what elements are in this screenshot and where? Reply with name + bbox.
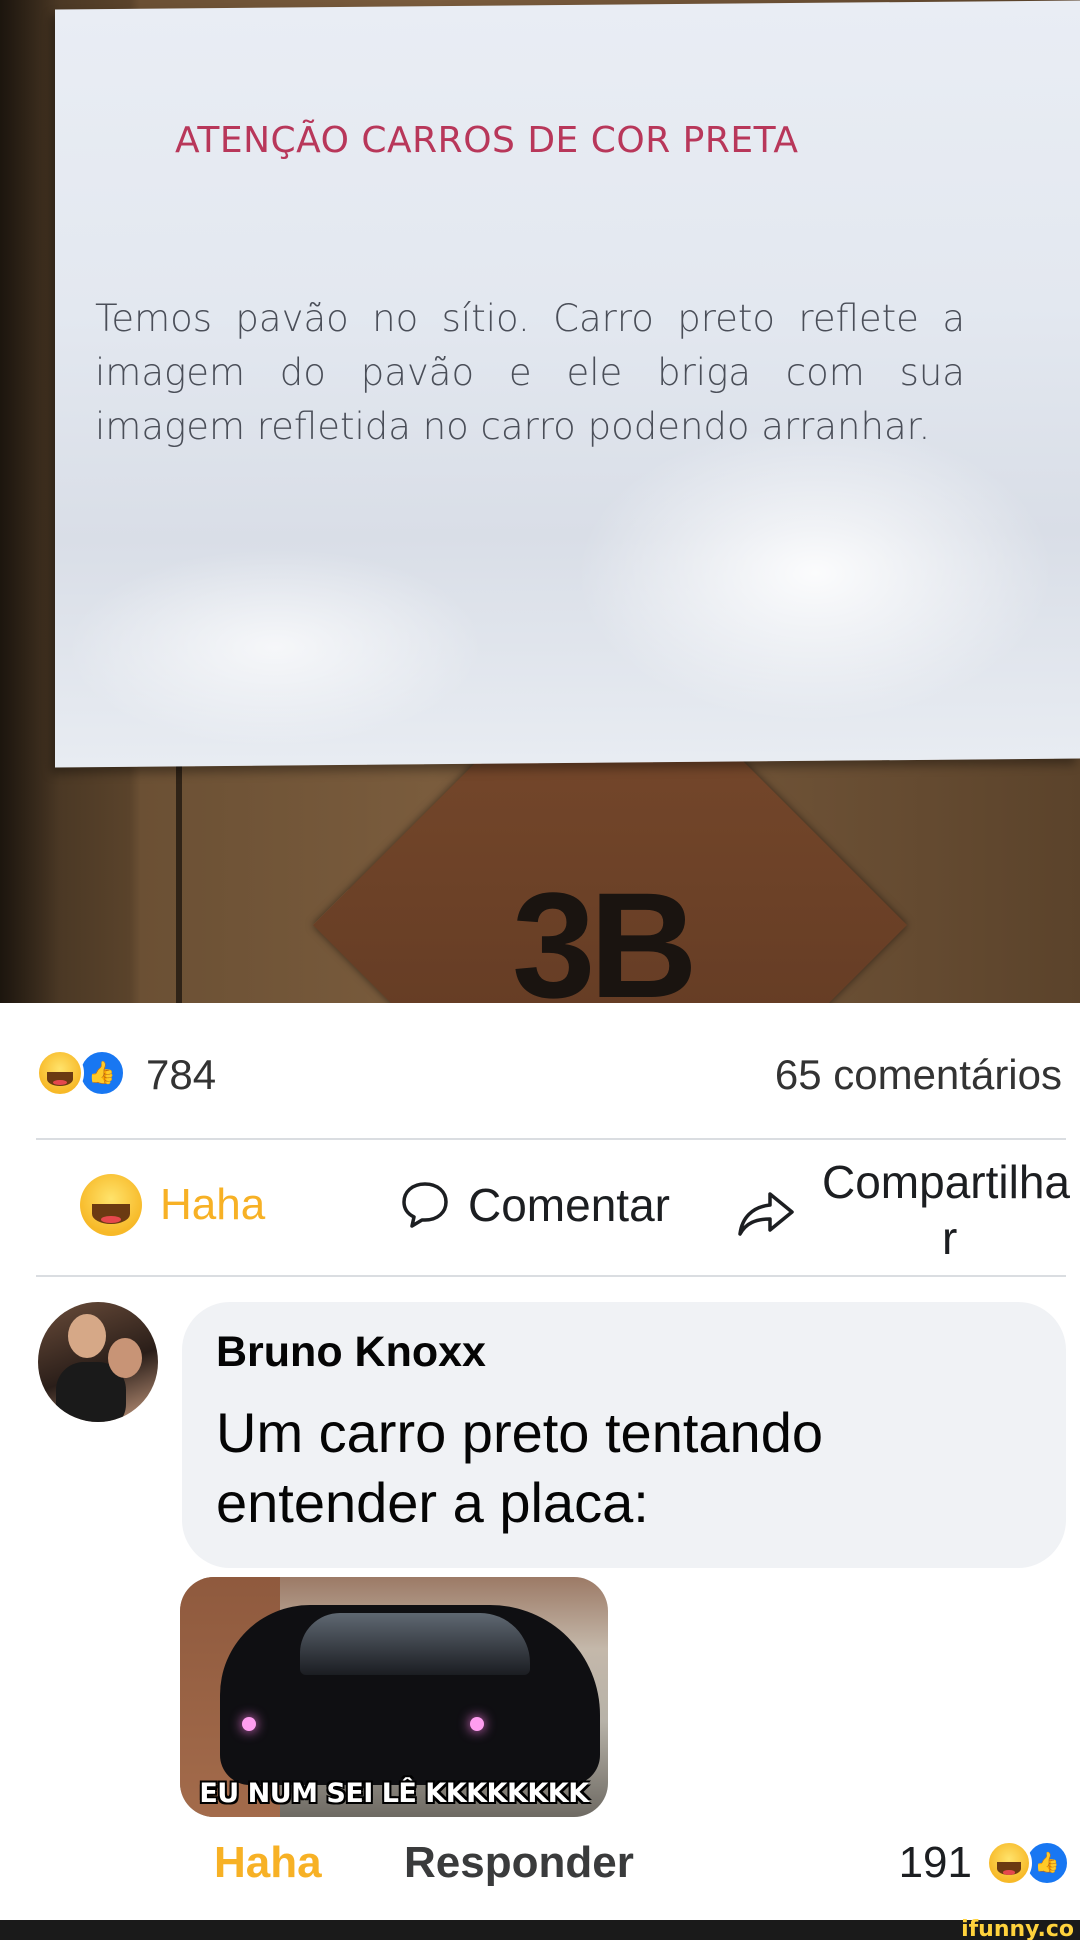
comment-label: Comentar [468, 1179, 670, 1231]
comment-count[interactable]: 65 comentários [775, 1051, 1062, 1099]
meme-caption: EU NUM SEI LÊ KKKKKKKK [199, 1778, 589, 1809]
watermark-bar: ifunny.co [0, 1917, 1080, 1940]
wood-plank-seam [176, 760, 182, 1003]
house-number: 3B [512, 861, 698, 1003]
sign-body: Temos pavão no sítio. Carro preto reflet… [95, 297, 965, 448]
haha-label: Haha [160, 1180, 266, 1229]
avatar-face [108, 1338, 142, 1378]
haha-icon [36, 1049, 84, 1097]
avatar[interactable] [38, 1302, 158, 1422]
share-label-line1: Compartilha [822, 1156, 1070, 1208]
post-image[interactable]: 3B ATENÇÃO CARROS DE COR PRETA Temos pav… [0, 0, 1080, 1003]
divider [36, 1275, 1066, 1277]
car-fog-light [242, 1717, 256, 1731]
comment-icon [402, 1182, 448, 1228]
reaction-count[interactable]: 784 [146, 1051, 216, 1099]
share-label-line2: r [942, 1212, 958, 1264]
action-bar: Haha Comentar Compartilha r [0, 1140, 1080, 1275]
reaction-summary[interactable]: 👍 784 65 comentários [0, 1003, 1080, 1138]
haha-icon [986, 1840, 1032, 1886]
comment-image[interactable]: EU NUM SEI LÊ KKKKKKKK [180, 1577, 608, 1817]
share-label: Compartilha r [822, 1154, 1080, 1266]
wood-shadow [0, 0, 60, 1003]
comment-button[interactable]: Comentar [398, 1170, 670, 1240]
comment-actions: Haha Responder 191 👍 [214, 1838, 1074, 1898]
haha-reaction-button[interactable]: Haha [80, 1170, 265, 1240]
car-windshield [300, 1613, 530, 1675]
comment-haha-button[interactable]: Haha [214, 1838, 322, 1888]
haha-icon [80, 1174, 142, 1236]
comment-author[interactable]: Bruno Knoxx [216, 1328, 486, 1377]
share-icon [738, 1192, 794, 1236]
sign-glare [65, 545, 485, 750]
sign-title: ATENÇÃO CARROS DE COR PRETA [175, 120, 799, 161]
comment-text: Um carro preto tentando entender a placa… [216, 1401, 823, 1534]
like-icon: 👍 [78, 1049, 126, 1097]
car-fog-light [470, 1717, 484, 1731]
reply-button[interactable]: Responder [404, 1838, 634, 1888]
comment-reaction-count[interactable]: 191 [899, 1838, 972, 1888]
avatar-face [68, 1314, 106, 1358]
watermark: ifunny.co [961, 1917, 1074, 1940]
sign-glare [575, 420, 1055, 725]
